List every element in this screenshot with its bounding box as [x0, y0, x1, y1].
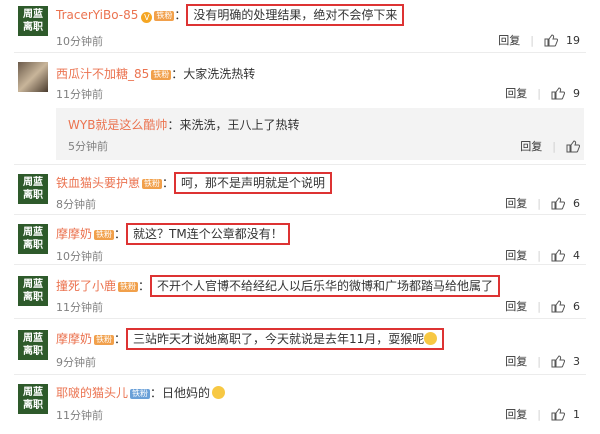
avatar[interactable]: 周蓝 离职 — [18, 6, 48, 36]
divider — [14, 264, 586, 265]
comment-text: 就这？TM连个公章都没有！ — [126, 223, 290, 245]
like-count: 6 — [573, 196, 580, 210]
comment-text: 日他妈的 — [162, 386, 211, 400]
comment-item: 周蓝 离职 耶啵的猫头儿 铁粉 ：日他妈的 11分钟前 回复 | 1 — [0, 376, 600, 434]
comment-text: 三站昨天才说她离职了，今天就说是去年11月，耍猴呢 — [126, 328, 445, 350]
thumbs-up-icon[interactable] — [551, 248, 565, 262]
like-count: 19 — [566, 33, 580, 47]
avatar[interactable]: 周蓝 离职 — [18, 384, 48, 414]
comment-text: 没有明确的处理结果，绝对不会停下来 — [186, 4, 405, 26]
avatar[interactable]: 周蓝 离职 — [18, 330, 48, 360]
comment-nickname[interactable]: 摩摩奶 — [56, 332, 92, 346]
comment-item: 西瓜汁不加糖_85 铁粉 ：大家洗洗热转 11分钟前 回复 | 9 WYB就是这么酷… — [0, 56, 600, 166]
reply-text: 来洗洗，王八上了热转 — [179, 118, 300, 132]
like-count: 9 — [573, 86, 580, 100]
thumbs-up-icon[interactable] — [566, 139, 580, 153]
comment-nickname[interactable]: TracerYiBo-85 — [56, 8, 138, 22]
comment-time: 9分钟前 — [56, 356, 96, 369]
divider — [14, 164, 586, 165]
nested-reply: WYB就是这么酷帅：来洗洗，王八上了热转 5分钟前 回复 | — [56, 108, 584, 160]
reply-button[interactable]: 回复 — [498, 32, 520, 48]
comment-item: 周蓝 离职 撞死了小鹿 铁粉：不开个人官博不给经纪人以后乐华的微博和广场都踏马给他属… — [0, 266, 600, 316]
smile-emoji-icon — [424, 332, 438, 345]
comment-item: 周蓝 离职 铁血猫头要护崽 铁粉：呵，那不是声明就是个说明 8分钟前 回复 | 6 — [0, 166, 600, 214]
divider — [14, 374, 586, 375]
fan-badge[interactable]: 铁粉 — [94, 230, 115, 240]
comment-time: 10分钟前 — [56, 250, 103, 263]
reply-button[interactable]: 回复 — [505, 406, 527, 422]
reply-nickname[interactable]: WYB就是这么酷帅 — [68, 118, 167, 132]
thumbs-up-icon[interactable] — [551, 407, 565, 421]
comment-nickname[interactable]: 铁血猫头要护崽 — [56, 176, 140, 190]
comment-text: 大家洗洗热转 — [183, 67, 256, 81]
divider-bar: | — [537, 248, 541, 262]
comment-time: 11分钟前 — [56, 88, 103, 101]
divider-bar: | — [537, 196, 541, 210]
avatar[interactable] — [18, 62, 48, 92]
divider — [14, 214, 586, 215]
comment-nickname[interactable]: 撞死了小鹿 — [56, 279, 116, 293]
reply-button[interactable]: 回复 — [505, 195, 527, 211]
comment-item: 周蓝 离职 摩摩奶 铁粉：就这？TM连个公章都没有！ 10分钟前 回复 | 4 — [0, 216, 600, 264]
thumbs-up-icon[interactable] — [551, 86, 565, 100]
thumbs-up-icon[interactable] — [551, 299, 565, 313]
reply-button[interactable]: 回复 — [520, 138, 542, 154]
divider — [14, 52, 586, 53]
fan-badge[interactable]: 铁粉 — [118, 282, 139, 292]
divider-bar: | — [537, 407, 541, 421]
divider — [14, 318, 586, 319]
avatar[interactable]: 周蓝 离职 — [18, 276, 48, 306]
comment-time: 11分钟前 — [56, 409, 103, 422]
comment-nickname[interactable]: 耶啵的猫头儿 — [56, 386, 128, 400]
avatar[interactable]: 周蓝 离职 — [18, 224, 48, 254]
reply-button[interactable]: 回复 — [505, 247, 527, 263]
reply-time: 5分钟前 — [68, 140, 108, 153]
laughing-emoji-icon — [212, 386, 226, 399]
divider-bar: | — [537, 299, 541, 313]
comment-nickname[interactable]: 摩摩奶 — [56, 227, 92, 241]
reply-button[interactable]: 回复 — [505, 353, 527, 369]
comment-time: 11分钟前 — [56, 301, 103, 314]
like-count: 1 — [573, 407, 580, 421]
fan-badge[interactable]: 铁粉 — [154, 11, 175, 21]
fan-badge[interactable]: 铁粉 — [151, 70, 172, 80]
fan-badge[interactable]: 铁粉 — [130, 389, 151, 399]
verified-badge: V — [141, 12, 153, 23]
thumbs-up-icon[interactable] — [551, 196, 565, 210]
like-count: 3 — [573, 354, 580, 368]
divider-bar: | — [537, 86, 541, 100]
comment-time: 8分钟前 — [56, 198, 96, 211]
comment-time: 10分钟前 — [56, 35, 103, 48]
divider-bar: | — [530, 33, 534, 47]
reply-button[interactable]: 回复 — [505, 85, 527, 101]
comment-text: 呵，那不是声明就是个说明 — [174, 172, 333, 194]
comment-nickname[interactable]: 西瓜汁不加糖_85 — [56, 67, 149, 81]
comment-item: 周蓝 离职 摩摩奶 铁粉：三站昨天才说她离职了，今天就说是去年11月，耍猴呢 9分钟… — [0, 320, 600, 372]
thumbs-up-icon[interactable] — [551, 354, 565, 368]
divider-bar: | — [537, 354, 541, 368]
like-count: 6 — [573, 299, 580, 313]
thumbs-up-icon[interactable] — [544, 33, 558, 47]
divider-bar: | — [552, 139, 556, 153]
reply-button[interactable]: 回复 — [505, 298, 527, 314]
avatar[interactable]: 周蓝 离职 — [18, 174, 48, 204]
like-count: 4 — [573, 248, 580, 262]
fan-badge[interactable]: 铁粉 — [142, 179, 163, 189]
comment-item: 周蓝 离职 TracerYiBo-85 V 铁粉：没有明确的处理结果，绝对不会停下来 … — [0, 0, 600, 50]
comment-text: 不开个人官博不给经纪人以后乐华的微博和广场都踏马给他属了 — [150, 275, 501, 297]
fan-badge[interactable]: 铁粉 — [94, 335, 115, 345]
